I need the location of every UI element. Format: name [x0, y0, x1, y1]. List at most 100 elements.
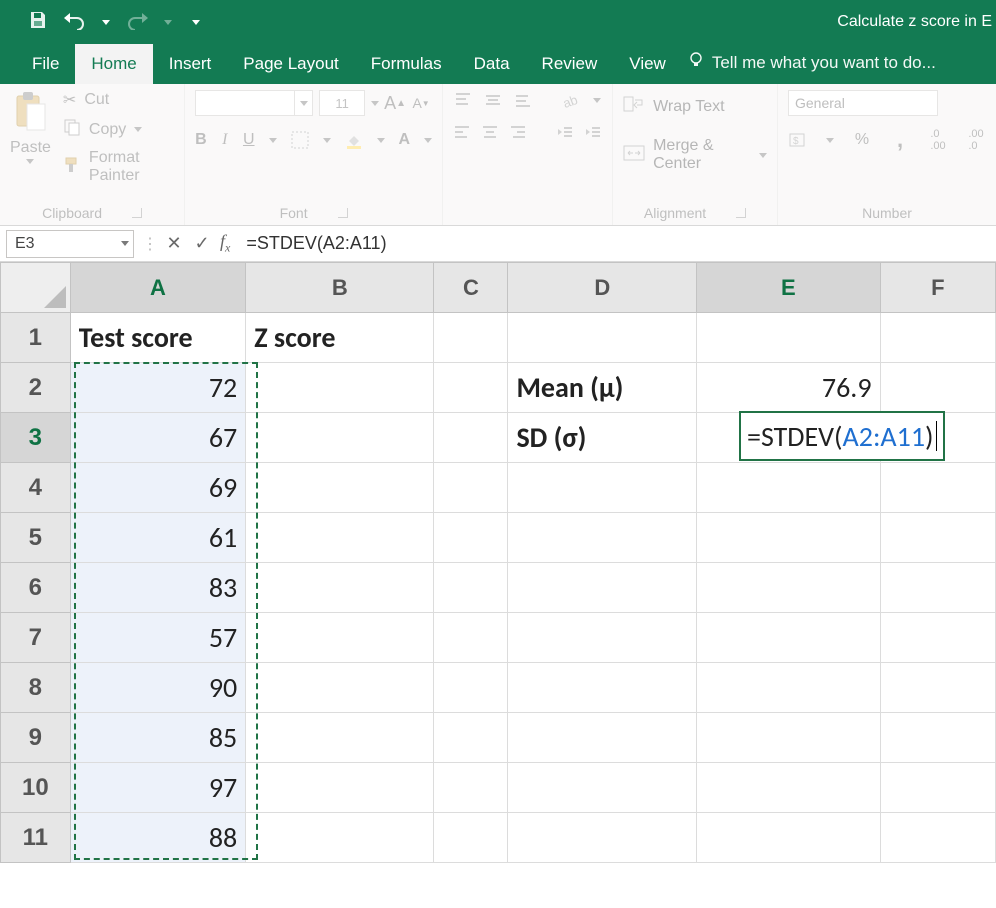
row-header-7[interactable]: 7 — [1, 613, 71, 663]
col-header-C[interactable]: C — [434, 263, 508, 313]
font-color-icon[interactable]: A — [399, 130, 411, 150]
borders-icon[interactable] — [291, 130, 309, 150]
cut-button[interactable]: ✂ Cut — [63, 90, 174, 110]
font-size-select[interactable]: 11 — [319, 90, 365, 116]
cell-B2[interactable] — [246, 363, 434, 413]
cell-D6[interactable] — [508, 563, 697, 613]
align-top-icon[interactable] — [453, 90, 473, 110]
bold-icon[interactable]: B — [195, 130, 207, 150]
align-bottom-icon[interactable] — [513, 90, 533, 110]
cell-C3[interactable] — [434, 413, 508, 463]
tab-page-layout[interactable]: Page Layout — [227, 44, 354, 84]
decrease-decimal-icon[interactable]: .00.0 — [966, 130, 986, 150]
copy-dropdown-icon[interactable] — [134, 127, 142, 132]
row-header-6[interactable]: 6 — [1, 563, 71, 613]
cell-E9[interactable] — [697, 713, 880, 763]
underline-dropdown-icon[interactable] — [269, 138, 277, 143]
cell-A1[interactable]: Test score — [70, 313, 246, 363]
cell-B4[interactable] — [246, 463, 434, 513]
col-header-A[interactable]: A — [70, 263, 246, 313]
accounting-dropdown-icon[interactable] — [826, 138, 834, 143]
row-header-11[interactable]: 11 — [1, 813, 71, 863]
fx-icon[interactable]: fx — [216, 231, 236, 256]
qat-customize-icon[interactable] — [192, 20, 200, 25]
cell-C7[interactable] — [434, 613, 508, 663]
cell-F11[interactable] — [880, 813, 995, 863]
cell-D4[interactable] — [508, 463, 697, 513]
cell-E11[interactable] — [697, 813, 880, 863]
tab-home[interactable]: Home — [75, 44, 152, 84]
merge-center-button[interactable]: Merge & Center — [623, 137, 767, 173]
cell-B7[interactable] — [246, 613, 434, 663]
font-size-dropdown-icon[interactable] — [371, 101, 379, 106]
underline-icon[interactable]: U — [243, 130, 255, 150]
row-header-2[interactable]: 2 — [1, 363, 71, 413]
cancel-formula-icon[interactable]: ✕ — [160, 233, 188, 254]
row-header-5[interactable]: 5 — [1, 513, 71, 563]
tab-formulas[interactable]: Formulas — [355, 44, 458, 84]
cell-E4[interactable] — [697, 463, 880, 513]
tell-me-box[interactable]: Tell me what you want to do... — [682, 41, 944, 84]
fill-color-icon[interactable] — [345, 130, 363, 150]
cell-A2[interactable]: 72 — [70, 363, 246, 413]
cell-E5[interactable] — [697, 513, 880, 563]
cell-E10[interactable] — [697, 763, 880, 813]
cell-A8[interactable]: 90 — [70, 663, 246, 713]
cell-D7[interactable] — [508, 613, 697, 663]
tab-data[interactable]: Data — [458, 44, 526, 84]
cell-B3[interactable] — [246, 413, 434, 463]
cell-D10[interactable] — [508, 763, 697, 813]
paste-icon[interactable] — [13, 90, 47, 137]
alignment-launcher-icon[interactable] — [736, 208, 746, 218]
clipboard-launcher-icon[interactable] — [132, 208, 142, 218]
cell-A11[interactable]: 88 — [70, 813, 246, 863]
borders-dropdown-icon[interactable] — [323, 138, 331, 143]
cell-F7[interactable] — [880, 613, 995, 663]
cell-B11[interactable] — [246, 813, 434, 863]
cell-D3[interactable]: SD (σ) — [508, 413, 697, 463]
cell-A5[interactable]: 61 — [70, 513, 246, 563]
cell-D2[interactable]: Mean (μ) — [508, 363, 697, 413]
align-center-icon[interactable] — [481, 122, 499, 142]
accounting-format-icon[interactable]: $ — [788, 130, 808, 150]
align-middle-icon[interactable] — [483, 90, 503, 110]
col-header-F[interactable]: F — [880, 263, 995, 313]
cell-B10[interactable] — [246, 763, 434, 813]
merge-dropdown-icon[interactable] — [759, 153, 767, 158]
cell-B9[interactable] — [246, 713, 434, 763]
italic-icon[interactable]: I — [221, 130, 229, 150]
format-painter-button[interactable]: Format Painter — [63, 149, 174, 185]
copy-button[interactable]: Copy — [63, 118, 174, 141]
shrink-font-icon[interactable]: A▼ — [411, 93, 431, 113]
cell-F1[interactable] — [880, 313, 995, 363]
font-color-dropdown-icon[interactable] — [424, 138, 432, 143]
font-name-select[interactable] — [195, 90, 313, 116]
increase-decimal-icon[interactable]: .0.00 — [928, 130, 948, 150]
align-right-icon[interactable] — [509, 122, 527, 142]
cell-F6[interactable] — [880, 563, 995, 613]
cell-C1[interactable] — [434, 313, 508, 363]
name-box[interactable]: E3 — [6, 230, 134, 258]
col-header-D[interactable]: D — [508, 263, 697, 313]
cell-B8[interactable] — [246, 663, 434, 713]
cell-B5[interactable] — [246, 513, 434, 563]
cell-F10[interactable] — [880, 763, 995, 813]
cell-A3[interactable]: 67 — [70, 413, 246, 463]
cell-A6[interactable]: 83 — [70, 563, 246, 613]
cell-C4[interactable] — [434, 463, 508, 513]
row-header-1[interactable]: 1 — [1, 313, 71, 363]
cell-F8[interactable] — [880, 663, 995, 713]
orientation-icon[interactable]: ab — [563, 90, 583, 110]
cell-E1[interactable] — [697, 313, 880, 363]
cell-C5[interactable] — [434, 513, 508, 563]
save-icon[interactable] — [28, 10, 48, 35]
cell-F4[interactable] — [880, 463, 995, 513]
percent-icon[interactable]: % — [852, 130, 872, 150]
font-launcher-icon[interactable] — [338, 208, 348, 218]
comma-style-icon[interactable]: , — [890, 130, 910, 150]
cell-C8[interactable] — [434, 663, 508, 713]
cell-C2[interactable] — [434, 363, 508, 413]
cell-F5[interactable] — [880, 513, 995, 563]
wrap-text-button[interactable]: Wrap Text — [623, 94, 767, 119]
cell-D11[interactable] — [508, 813, 697, 863]
